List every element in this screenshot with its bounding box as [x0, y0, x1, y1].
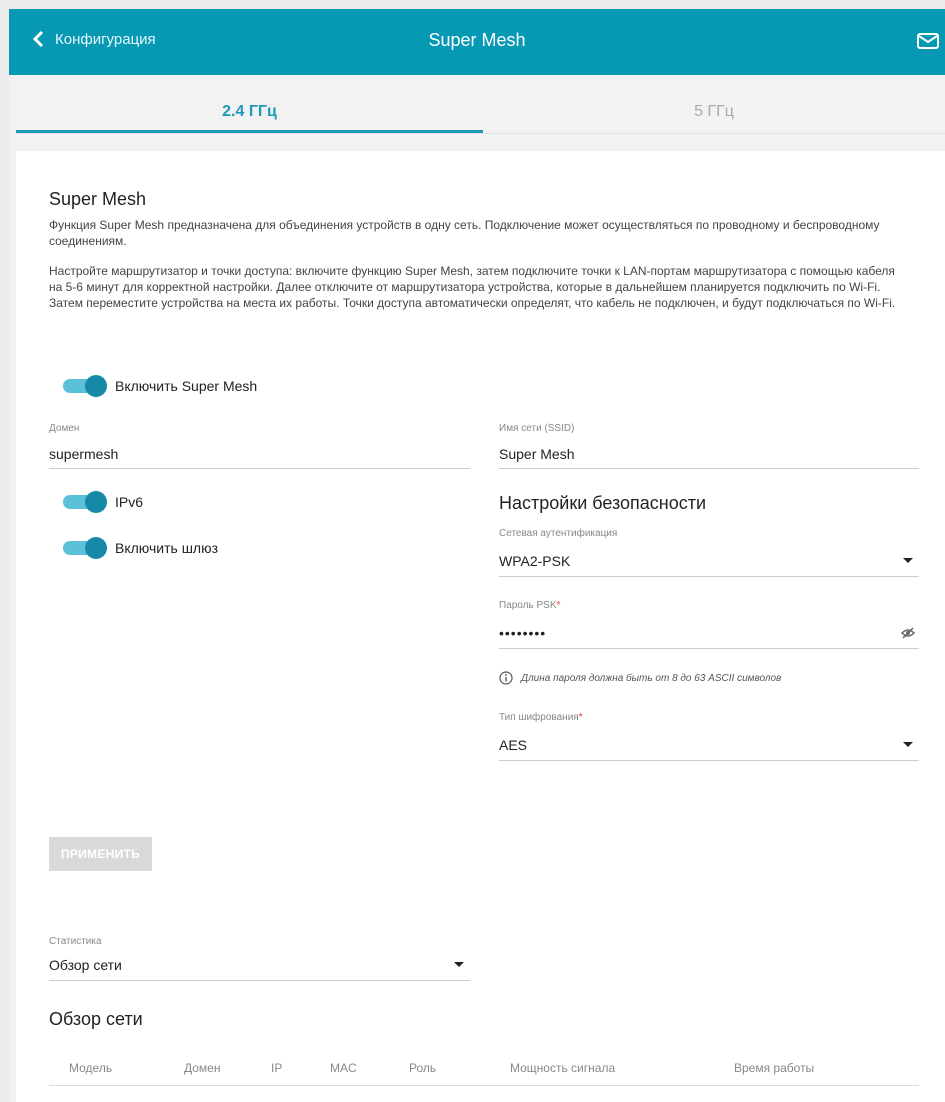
- top-bar: Конфигурация Super Mesh: [9, 9, 945, 75]
- psk-field[interactable]: Пароль PSK* ••••••••: [499, 600, 919, 649]
- info-icon: [499, 671, 513, 685]
- cipher-select[interactable]: Тип шифрования* AES: [499, 712, 919, 761]
- ipv6-toggle[interactable]: IPv6: [63, 491, 144, 513]
- supermesh-switch[interactable]: [63, 375, 107, 397]
- stats-value[interactable]: Обзор сети: [49, 957, 470, 973]
- password-hint: Длина пароля должна быть от 8 до 63 ASCI…: [499, 671, 781, 685]
- stats-select[interactable]: Статистика Обзор сети: [49, 936, 470, 981]
- ssid-field[interactable]: Имя сети (SSID) Super Mesh: [499, 423, 919, 469]
- psk-value[interactable]: ••••••••: [499, 625, 919, 641]
- auth-value[interactable]: WPA2-PSK: [499, 553, 919, 569]
- col-model: Модель: [69, 1061, 113, 1075]
- band-tabs: 2.4 ГГц 5 ГГц: [16, 75, 945, 134]
- cipher-value[interactable]: AES: [499, 737, 919, 753]
- gateway-toggle[interactable]: Включить шлюз: [63, 537, 219, 559]
- description-1: Функция Super Mesh предназначена для объ…: [49, 218, 880, 248]
- security-title: Настройки безопасности: [499, 493, 707, 513]
- col-ip: IP: [271, 1061, 283, 1075]
- mail-icon[interactable]: [917, 33, 939, 49]
- ipv6-toggle-label: IPv6: [115, 494, 144, 510]
- hint-text: Длина пароля должна быть от 8 до 63 ASCI…: [521, 672, 782, 684]
- supermesh-toggle-label: Включить Super Mesh: [115, 378, 258, 394]
- col-signal: Мощность сигнала: [510, 1061, 616, 1075]
- ssid-value[interactable]: Super Mesh: [499, 446, 919, 462]
- domain-field[interactable]: Домен supermesh: [49, 423, 470, 469]
- domain-value[interactable]: supermesh: [49, 446, 470, 462]
- auth-label: Сетевая аутентификация: [499, 528, 618, 539]
- eye-off-icon[interactable]: [901, 627, 915, 639]
- section-title: Super Mesh: [49, 189, 147, 209]
- stats-label: Статистика: [49, 936, 102, 947]
- page-title: Super Mesh: [428, 30, 526, 50]
- overview-table-header: Модель Домен IP MAC Роль Мощность сигнал…: [49, 1053, 919, 1086]
- col-mac: MAC: [330, 1061, 357, 1075]
- col-domain: Домен: [184, 1061, 221, 1075]
- tab-5ghz[interactable]: 5 ГГц: [483, 75, 945, 133]
- caret-down-icon: [454, 962, 464, 967]
- supermesh-toggle[interactable]: Включить Super Mesh: [63, 375, 258, 397]
- domain-label: Домен: [49, 423, 80, 434]
- cipher-label: Тип шифрования*: [499, 712, 583, 723]
- auth-select[interactable]: Сетевая аутентификация WPA2-PSK: [499, 528, 919, 577]
- tab-2-4ghz[interactable]: 2.4 ГГц: [16, 75, 483, 133]
- apply-button[interactable]: ПРИМЕНИТЬ: [49, 837, 152, 871]
- gateway-switch[interactable]: [63, 537, 107, 559]
- caret-down-icon: [903, 742, 913, 747]
- app-frame: Конфигурация Super Mesh 2.4 ГГц 5 ГГц Su…: [9, 9, 945, 1102]
- col-uptime: Время работы: [734, 1061, 815, 1075]
- ipv6-switch[interactable]: [63, 491, 107, 513]
- gateway-toggle-label: Включить шлюз: [115, 540, 219, 556]
- psk-label: Пароль PSK*: [499, 600, 561, 611]
- ssid-label: Имя сети (SSID): [499, 423, 575, 434]
- overview-title: Обзор сети: [49, 1009, 143, 1029]
- description-2: Настройте маршрутизатор и точки доступа:…: [49, 264, 896, 310]
- col-role: Роль: [409, 1061, 437, 1075]
- settings-card: Super Mesh Функция Super Mesh предназнач…: [16, 151, 945, 1102]
- caret-down-icon: [903, 558, 913, 563]
